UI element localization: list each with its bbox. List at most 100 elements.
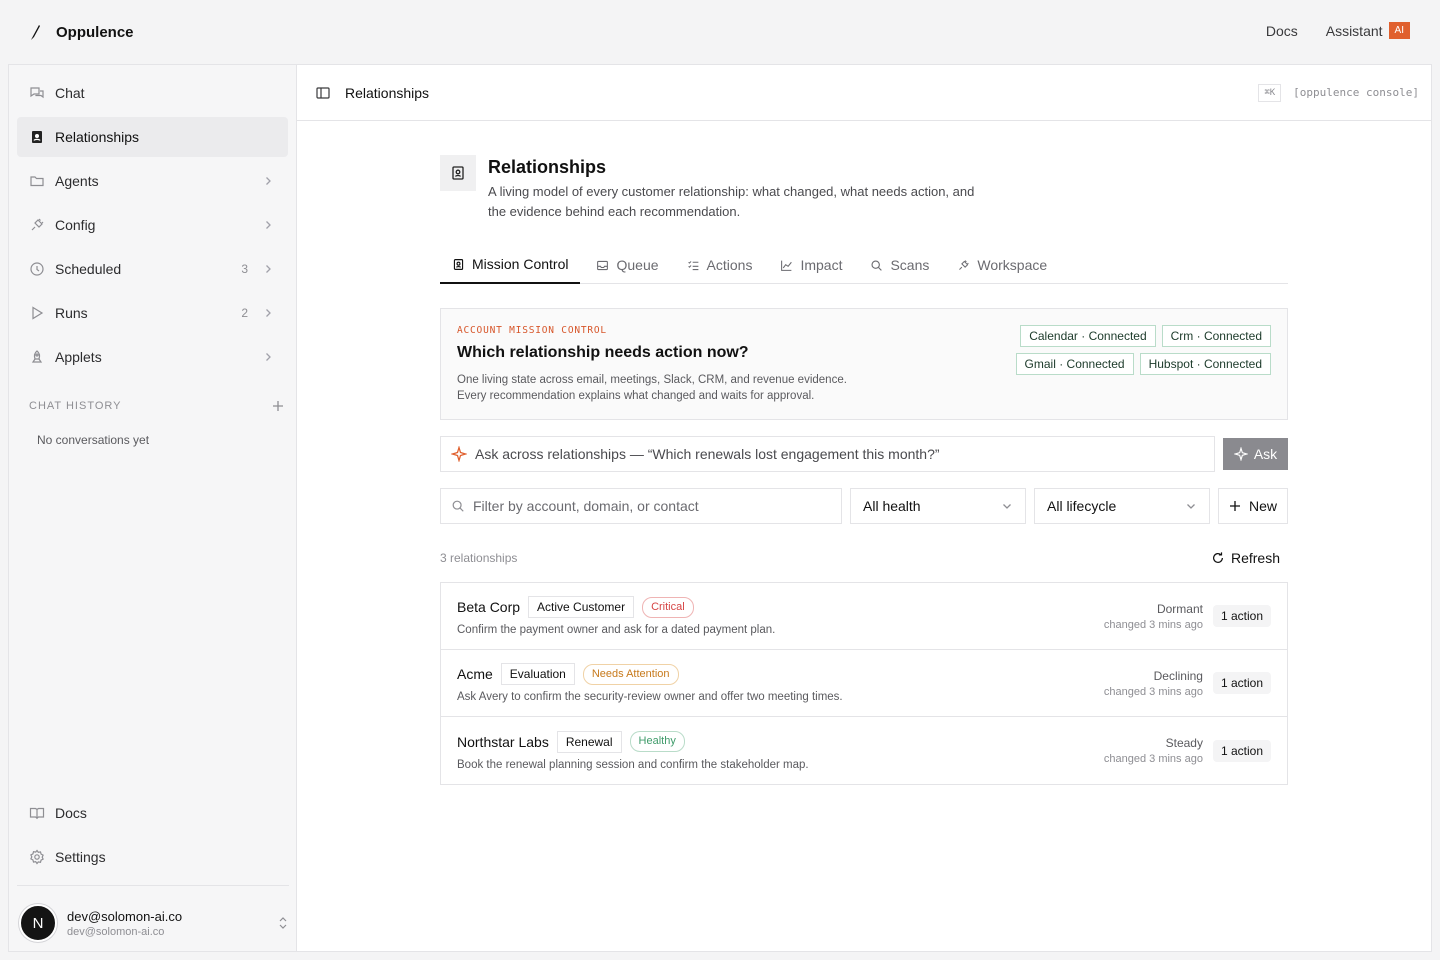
new-chat-plus-icon[interactable] (271, 399, 285, 413)
connector-badge-crm: Crm · Connected (1161, 325, 1271, 347)
sidebar-item-settings[interactable]: Settings (17, 837, 289, 877)
mission-description-line: Every recommendation explains what chang… (457, 390, 815, 402)
brand-logo-icon (31, 25, 40, 40)
runs-count: 2 (241, 306, 248, 320)
assistant-button[interactable]: Assistant AI (1326, 22, 1410, 39)
inbox-icon (597, 260, 609, 270)
tab-workspace[interactable]: Workspace (945, 246, 1059, 284)
new-relationship-button[interactable]: New (1218, 488, 1288, 524)
ask-placeholder: Ask across relationships — “Which renewa… (475, 446, 940, 462)
toggle-sidebar-icon[interactable] (315, 85, 331, 101)
account-name: Acme (457, 666, 493, 682)
checklist-icon (687, 260, 698, 270)
sidebar-item-docs[interactable]: Docs (17, 793, 289, 833)
connector-badge-hubspot: Hubspot · Connected (1139, 353, 1271, 375)
gear-icon (30, 849, 44, 865)
filter-row: Filter by account, domain, or contact Al… (440, 488, 1288, 524)
sidebar-item-scheduled[interactable]: Scheduled 3 (17, 249, 288, 289)
ask-row: Ask across relationships — “Which renewa… (440, 436, 1288, 472)
sidebar-item-label: Scheduled (55, 261, 122, 277)
action-count-badge[interactable]: 1 action (1212, 605, 1271, 627)
chevron-right-icon (266, 309, 271, 317)
tab-label: Queue (616, 257, 659, 273)
recommendation-text: Confirm the payment owner and ask for a … (457, 624, 776, 636)
chevron-right-icon (266, 221, 271, 229)
page-description: A living model of every customer relatio… (488, 184, 975, 219)
line-chart-icon (781, 260, 793, 271)
health-select[interactable]: All health (850, 488, 1026, 524)
changed-timestamp: changed 3 mins ago (1103, 685, 1203, 698)
search-icon (452, 500, 464, 512)
tab-actions[interactable]: Actions (675, 246, 765, 284)
chevron-down-icon (1003, 504, 1011, 509)
command-shortcut[interactable]: ⌘K (1258, 83, 1282, 102)
table-row[interactable]: Acme Evaluation Needs Attention Ask Aver… (441, 650, 1287, 717)
top-bar: Oppulence Docs Assistant AI (0, 0, 1440, 64)
engagement-trend: Declining (1153, 668, 1203, 683)
sidebar-item-agents[interactable]: Agents (17, 161, 288, 201)
sidebar-item-label: Chat (55, 85, 85, 101)
sidebar-item-config[interactable]: Config (17, 205, 288, 245)
assistant-label: Assistant (1325, 22, 1383, 39)
header-title: Relationships (345, 84, 430, 101)
health-badge: Healthy (629, 731, 685, 752)
refresh-icon (1212, 552, 1223, 563)
new-button-label: New (1248, 498, 1277, 514)
ask-button[interactable]: Ask (1223, 438, 1288, 470)
sidebar-item-label: Runs (55, 305, 88, 321)
table-row[interactable]: Beta Corp Active Customer Critical Confi… (441, 583, 1287, 650)
chevron-down-icon (1187, 504, 1195, 509)
filter-placeholder: Filter by account, domain, or contact (473, 498, 699, 514)
sidebar-item-chat[interactable]: Chat (17, 73, 288, 113)
health-select-value: All health (863, 498, 921, 514)
avatar: N (19, 904, 57, 942)
action-count-badge[interactable]: 1 action (1212, 739, 1271, 762)
changed-timestamp: changed 3 mins ago (1103, 618, 1203, 631)
relationship-list: Beta Corp Active Customer Critical Confi… (440, 582, 1288, 785)
lifecycle-select[interactable]: All lifecycle (1034, 488, 1210, 524)
contacts-book-icon (453, 258, 464, 270)
sidebar-item-label: Applets (55, 349, 102, 365)
tab-bar: Mission Control Queue Actions Impact Sca… (440, 246, 1288, 284)
chat-icon (30, 87, 44, 99)
connector-badge-gmail: Gmail · Connected (1015, 353, 1134, 375)
sidebar-item-relationships[interactable]: Relationships (17, 117, 288, 157)
sidebar-item-runs[interactable]: Runs 2 (17, 293, 288, 333)
search-icon (871, 259, 883, 271)
lifecycle-select-value: All lifecycle (1047, 498, 1117, 514)
brand[interactable]: Oppulence (28, 22, 134, 42)
sidebar-item-label: Relationships (55, 129, 140, 145)
page-title: Relationships (488, 157, 607, 177)
sidebar-item-applets[interactable]: Applets (17, 337, 288, 377)
chevron-up-down-icon (279, 917, 287, 929)
tab-label: Scans (890, 257, 930, 273)
table-row[interactable]: Northstar Labs Renewal Healthy Book the … (441, 717, 1287, 784)
user-menu[interactable]: N dev@solomon-ai.co dev@solomon-ai.co (19, 901, 289, 945)
main-panel: Relationships ⌘K [oppulence console] Rel… (297, 65, 1431, 951)
user-email: dev@solomon-ai.co (67, 908, 183, 924)
ask-button-label: Ask (1253, 446, 1278, 462)
ask-input[interactable]: Ask across relationships — “Which renewa… (440, 436, 1215, 472)
account-name: Northstar Labs (457, 733, 549, 750)
rocket-icon (31, 350, 43, 363)
tab-impact[interactable]: Impact (768, 246, 854, 284)
brand-name: Oppulence (56, 23, 134, 41)
health-badge: Needs Attention (582, 663, 679, 685)
docs-link[interactable]: Docs (1266, 23, 1298, 39)
tab-queue[interactable]: Queue (584, 246, 670, 284)
user-subtitle: dev@solomon-ai.co (67, 925, 165, 938)
app-shell: Chat Relationships Agents Config Schedul… (8, 64, 1432, 952)
page-content: Relationships A living model of every cu… (440, 155, 1288, 785)
recommendation-text: Ask Avery to confirm the security-review… (457, 691, 843, 703)
sidebar-item-label: Config (55, 217, 96, 233)
page-icon (440, 155, 476, 191)
tab-mission-control[interactable]: Mission Control (440, 246, 581, 284)
tab-label: Workspace (977, 257, 1048, 273)
tab-scans[interactable]: Scans (858, 246, 941, 284)
action-count-badge[interactable]: 1 action (1212, 672, 1271, 694)
main-header: Relationships ⌘K [oppulence console] (297, 65, 1431, 121)
filter-search-input[interactable]: Filter by account, domain, or contact (440, 488, 842, 524)
recommendation-text: Book the renewal planning session and co… (457, 758, 809, 771)
refresh-button[interactable]: Refresh (1211, 550, 1280, 566)
book-icon (29, 807, 45, 820)
